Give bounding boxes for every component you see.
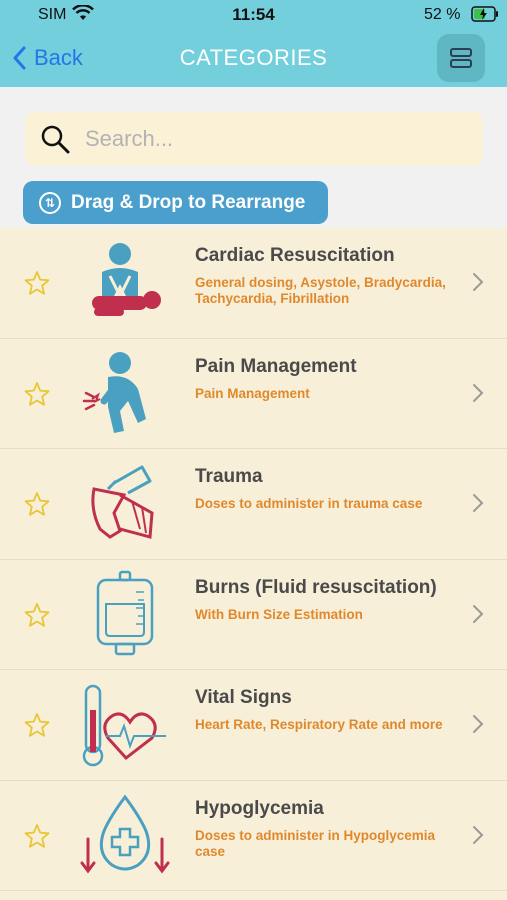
page-title: CATEGORIES (179, 45, 328, 70)
star-icon[interactable] (24, 712, 50, 738)
star-icon[interactable] (24, 823, 50, 849)
category-subtitle: Doses to administer in trauma case (195, 496, 423, 511)
category-row[interactable]: Hypoglycemia Doses to administer in Hypo… (0, 780, 507, 891)
category-subtitle: Doses to administer in Hypoglycemia case (195, 827, 436, 859)
glucose-drop-icon (80, 793, 170, 873)
category-title: Cardiac Resuscitation (195, 245, 395, 266)
category-row[interactable]: Pain Management Pain Management (0, 338, 507, 449)
chevron-right-icon (473, 273, 484, 291)
category-row[interactable]: Cardiac Resuscitation General dosing, As… (0, 228, 507, 339)
star-icon[interactable] (24, 602, 50, 628)
category-row[interactable]: Trauma Doses to administer in trauma cas… (0, 449, 507, 560)
star-icon[interactable] (24, 491, 50, 517)
drag-drop-label: Drag & Drop to Rearrange (71, 191, 306, 213)
category-title: Pain Management (195, 355, 357, 377)
cpr-icon (92, 243, 161, 316)
category-list: Cardiac Resuscitation General dosing, As… (0, 228, 507, 891)
category-subtitle: With Burn Size Estimation (195, 606, 363, 622)
list-layout-icon (450, 48, 472, 68)
category-row[interactable]: Burns (Fluid resuscitation) With Burn Si… (0, 559, 507, 670)
search-placeholder: Search... (85, 126, 174, 151)
battery-percent: 52 % (424, 6, 461, 23)
drag-drop-rearrange-button[interactable]: ⇅ Drag & Drop to Rearrange (23, 181, 328, 224)
category-title: Burns (Fluid resuscitation) (195, 576, 437, 598)
star-icon[interactable] (24, 381, 50, 407)
chevron-right-icon (473, 494, 484, 512)
search-input[interactable]: Search... (25, 112, 483, 166)
status-bar: SIM 11:54 52 % (0, 0, 507, 30)
layout-toggle-button[interactable] (437, 34, 485, 82)
navigation-bar: Back CATEGORIES (0, 30, 507, 87)
vital-signs-icon (82, 684, 166, 767)
chevron-right-icon (473, 715, 484, 733)
category-title: Vital Signs (195, 687, 292, 708)
category-row[interactable]: Vital Signs Heart Rate, Respiratory Rate… (0, 670, 507, 781)
battery-icon (471, 6, 499, 27)
toolbar-area: Search... ⇅ Drag & Drop to Rearrange (0, 87, 507, 228)
star-icon[interactable] (24, 270, 50, 296)
chevron-right-icon (473, 604, 484, 623)
rearrange-icon: ⇅ (39, 191, 61, 214)
category-subtitle: Heart Rate, Respiratory Rate and more (195, 717, 443, 732)
search-icon (41, 125, 70, 154)
category-title: Hypoglycemia (195, 797, 324, 819)
chevron-right-icon (473, 383, 484, 402)
chevron-right-icon (473, 825, 484, 844)
trauma-icon (91, 465, 154, 539)
category-subtitle: Pain Management (195, 385, 310, 401)
category-subtitle: General dosing, Asystole, Bradycardia, T… (195, 275, 446, 306)
iv-bag-icon (96, 570, 154, 655)
pain-icon (82, 351, 146, 433)
category-title: Trauma (195, 466, 263, 487)
